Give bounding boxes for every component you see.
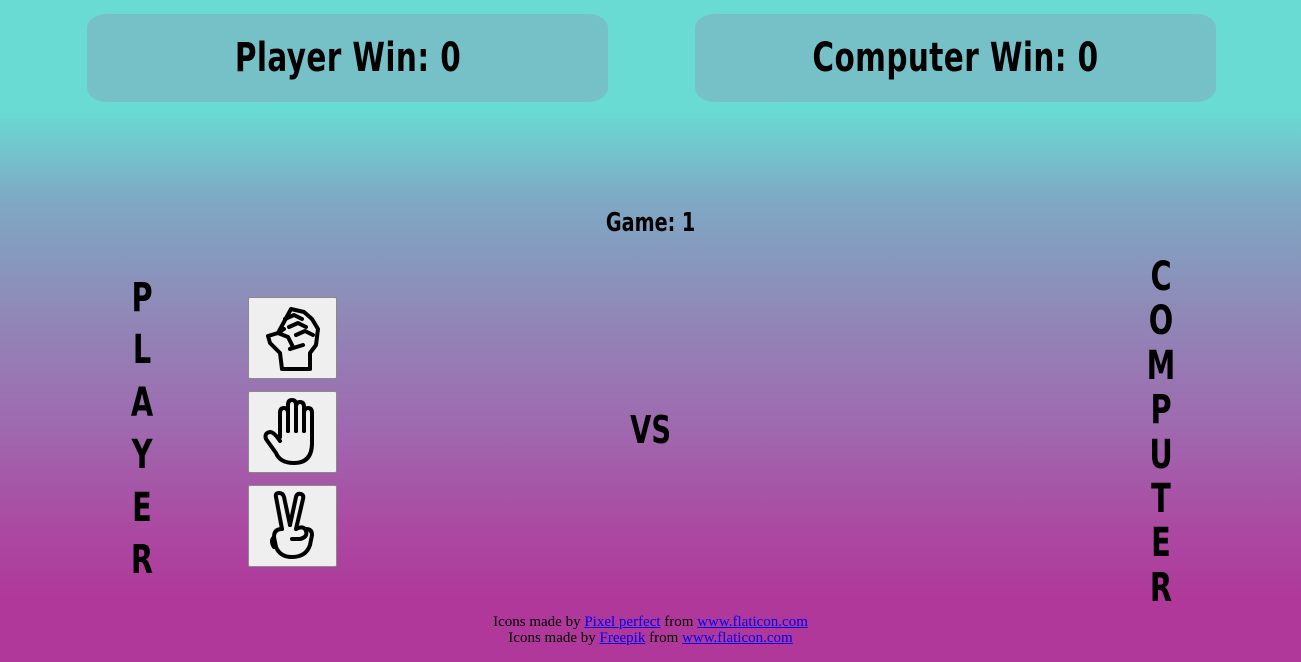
fist-icon xyxy=(265,307,320,371)
game-counter: Game: 1 xyxy=(605,208,696,238)
flaticon-link[interactable]: www.flaticon.com xyxy=(697,614,808,630)
author-link-freepik[interactable]: Freepik xyxy=(600,630,646,646)
flaticon-link[interactable]: www.flaticon.com xyxy=(682,630,793,646)
player-letter: L xyxy=(132,327,152,374)
player-letter: E xyxy=(132,484,152,531)
vs-label: VS xyxy=(630,408,672,452)
credit-prefix: Icons made by xyxy=(508,630,600,646)
peace-hand-icon xyxy=(269,491,314,559)
player-score: Player Win: 0 xyxy=(234,35,461,81)
player-letter: P xyxy=(131,275,153,321)
computer-score: Computer Win: 0 xyxy=(812,35,1099,81)
computer-letter: M xyxy=(1146,342,1176,389)
rock-button[interactable] xyxy=(248,297,337,379)
author-link-pixel-perfect[interactable]: Pixel perfect xyxy=(584,614,660,630)
icon-credits: Icons made by Pixel perfect from www.fla… xyxy=(0,614,1301,646)
computer-letter: O xyxy=(1148,298,1174,345)
credit-line-2: Icons made by Freepik from www.flaticon.… xyxy=(0,630,1301,646)
scissors-button[interactable] xyxy=(248,485,337,567)
computer-letter: E xyxy=(1151,520,1171,567)
player-letter: R xyxy=(130,537,154,584)
credit-middle: from xyxy=(660,614,698,630)
credit-line-1: Icons made by Pixel perfect from www.fla… xyxy=(0,614,1301,630)
credit-prefix: Icons made by xyxy=(493,614,585,630)
computer-letter: T xyxy=(1151,476,1171,523)
player-score-box: Player Win: 0 xyxy=(87,14,608,102)
computer-score-box: Computer Win: 0 xyxy=(695,14,1216,102)
computer-letter: R xyxy=(1149,564,1173,611)
computer-letter: C xyxy=(1150,254,1172,300)
credit-middle: from xyxy=(645,630,683,646)
